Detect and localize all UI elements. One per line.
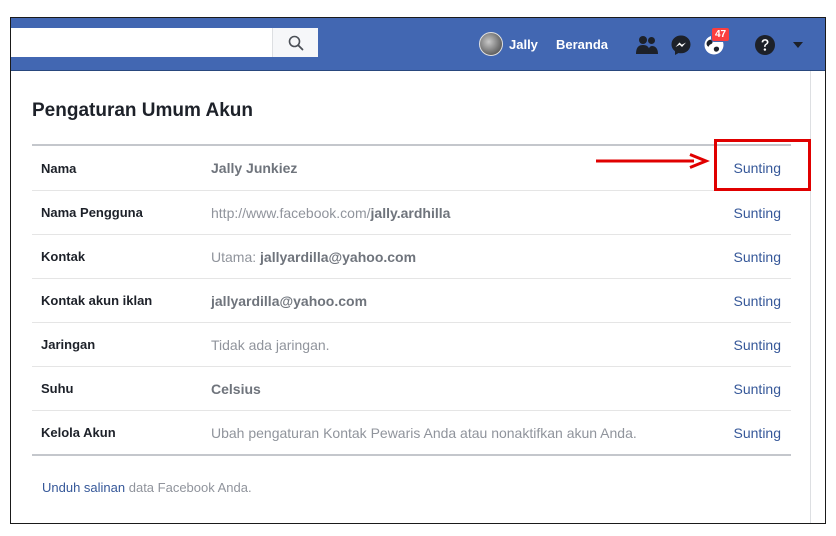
download-copy-link[interactable]: Unduh salinan xyxy=(42,480,125,495)
notifications-badge: 47 xyxy=(711,27,731,42)
download-copy-text: Unduh salinan data Facebook Anda. xyxy=(42,480,252,495)
messenger-button[interactable] xyxy=(669,33,693,57)
settings-row-temperature: Suhu Celsius Sunting xyxy=(32,366,791,410)
row-value: jallyardilla@yahoo.com xyxy=(211,292,368,309)
friend-requests-button[interactable] xyxy=(635,33,659,57)
edit-manage-account-link[interactable]: Sunting xyxy=(734,425,781,441)
edit-ad-contact-link[interactable]: Sunting xyxy=(734,293,781,309)
row-label: Kontak akun iklan xyxy=(41,293,153,308)
settings-panel: Pengaturan Umum Akun Nama Jally Junkiez … xyxy=(11,71,811,523)
row-label: Nama Pengguna xyxy=(41,205,143,220)
row-value: Tidak ada jaringan. xyxy=(211,336,330,353)
avatar xyxy=(479,32,503,56)
page-title: Pengaturan Umum Akun xyxy=(32,100,253,121)
help-button[interactable] xyxy=(753,33,777,57)
help-icon xyxy=(755,35,775,55)
account-menu-button[interactable] xyxy=(786,33,810,57)
edit-temperature-link[interactable]: Sunting xyxy=(734,381,781,397)
profile-link[interactable]: Jally xyxy=(479,30,538,58)
edit-networks-link[interactable]: Sunting xyxy=(734,337,781,353)
settings-row-manage-account: Kelola Akun Ubah pengaturan Kontak Pewar… xyxy=(32,410,791,454)
messenger-icon xyxy=(671,35,691,55)
settings-row-contact: Kontak Utama: jallyardilla@yahoo.com Sun… xyxy=(32,234,791,278)
settings-table: Nama Jally Junkiez Sunting Nama Pengguna… xyxy=(32,144,791,456)
row-value: Celsius xyxy=(211,380,261,397)
home-link[interactable]: Beranda xyxy=(556,37,608,52)
caret-down-icon xyxy=(793,42,803,48)
friend-requests-icon xyxy=(636,36,658,54)
row-value: Jally Junkiez xyxy=(211,160,298,176)
row-label: Nama xyxy=(41,160,77,176)
row-label: Kontak xyxy=(41,249,86,264)
highlight-box xyxy=(714,139,811,191)
settings-row-ad-contact: Kontak akun iklan jallyardilla@yahoo.com… xyxy=(32,278,791,322)
top-navigation-bar: Jally Beranda 47 xyxy=(11,18,825,71)
annotation-arrow-icon xyxy=(596,153,710,169)
profile-name: Jally xyxy=(509,36,538,52)
row-label: Suhu xyxy=(41,381,74,396)
edit-username-link[interactable]: Sunting xyxy=(734,205,781,221)
row-value: http://www.facebook.com/jally.ardhilla xyxy=(211,204,451,221)
row-label: Jaringan xyxy=(41,337,96,352)
search-button[interactable] xyxy=(272,28,318,57)
settings-row-username: Nama Pengguna http://www.facebook.com/ja… xyxy=(32,190,791,234)
browser-frame: Jally Beranda 47 Pengaturan Umum Akun Na… xyxy=(10,17,826,524)
search-icon xyxy=(288,35,303,50)
search-input[interactable] xyxy=(11,28,272,57)
edit-contact-link[interactable]: Sunting xyxy=(734,249,781,265)
settings-row-networks: Jaringan Tidak ada jaringan. Sunting xyxy=(32,322,791,366)
row-value: Ubah pengaturan Kontak Pewaris Anda atau… xyxy=(211,424,637,441)
row-label: Kelola Akun xyxy=(41,425,116,440)
row-value: Utama: jallyardilla@yahoo.com xyxy=(211,248,417,265)
